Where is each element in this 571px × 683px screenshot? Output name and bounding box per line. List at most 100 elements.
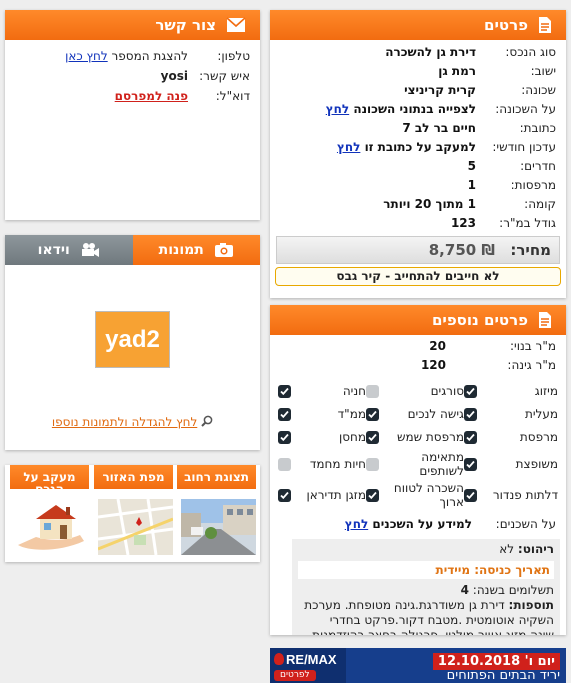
feature-label: חיות מחמד xyxy=(309,457,366,471)
feature-item: מרפסת xyxy=(464,427,558,447)
feature-item: גישה לנכים xyxy=(366,404,464,424)
enlarge-photos-link[interactable]: לחץ להגדלה ולתמונות נוספו xyxy=(52,415,197,429)
contact-phone-row: טלפון: להצגת המספר לחץ כאן xyxy=(65,49,250,63)
feature-item: מרפסת שמש xyxy=(366,427,464,447)
detail-row-neighborhood: שכונה: קרית קריניצי xyxy=(404,82,556,97)
feature-checkbox[interactable] xyxy=(278,488,291,502)
checkmark-icon xyxy=(368,433,377,441)
feature-checkbox[interactable] xyxy=(278,457,291,471)
media-panel: תמונות וידאו yad2 לחץ להגדלה ולתמונות נו… xyxy=(5,235,260,450)
tab-photos[interactable]: תמונות xyxy=(132,235,260,265)
address-tracking-link[interactable]: לחץ xyxy=(337,140,360,154)
feature-label: מרפסת שמש xyxy=(396,430,464,444)
price-value: ₪ 8,750 xyxy=(428,241,495,259)
detail-row-size: גודל במ"ר: 123 xyxy=(450,215,556,230)
property-tracking-thumb[interactable]: מעקב על הנכס xyxy=(10,465,89,555)
feature-label: ממ"ד xyxy=(337,407,366,421)
document-icon xyxy=(539,17,551,33)
feature-checkbox[interactable] xyxy=(366,457,379,471)
feature-label: חניה xyxy=(342,384,366,398)
feature-item: השכרה לטווח ארוך xyxy=(366,481,464,509)
checkmark-icon xyxy=(280,387,289,395)
details-title: פרטים xyxy=(484,16,528,34)
additional-details-title: פרטים נוספים xyxy=(431,311,528,329)
envelope-icon xyxy=(226,17,246,32)
extras-line: תוספות: דירת גן משודרגת.גינה מטופחת. מער… xyxy=(304,598,554,635)
checkmark-icon xyxy=(466,433,475,441)
feature-item: מחסן xyxy=(278,427,366,447)
feature-checkbox[interactable] xyxy=(464,488,477,502)
feature-item: מעלית xyxy=(464,404,558,424)
contact-person: yosi xyxy=(160,69,188,83)
feature-checkbox[interactable] xyxy=(366,430,379,444)
feature-item: דלתות פנדור xyxy=(464,481,558,509)
feature-label: מרפסת xyxy=(519,430,558,444)
feature-checkbox[interactable] xyxy=(464,407,477,421)
detail-row-floor: קומה: 1 מתוך 20 ויותר xyxy=(383,196,556,211)
document-icon xyxy=(539,312,551,328)
feature-item: מיזוג xyxy=(464,381,558,401)
contact-panel: צור קשר טלפון: להצגת המספר לחץ כאן איש ק… xyxy=(5,10,260,220)
feature-item: חיות מחמד xyxy=(278,450,366,478)
feature-item: מזגן תדיראן xyxy=(278,481,366,509)
tab-video[interactable]: וידאו xyxy=(5,235,133,265)
entry-date: תאריך כניסה: מיידית xyxy=(298,561,554,579)
feature-label: דלתות פנדור xyxy=(492,488,558,502)
contact-email-row: דוא"ל: פנה למפרסם xyxy=(114,89,250,103)
checkmark-icon xyxy=(466,491,475,499)
neighborhood-info-link[interactable]: לחץ xyxy=(326,102,349,116)
feature-checkbox[interactable] xyxy=(366,407,379,421)
price-note: לא חייבים להתחייב - קיר גבס xyxy=(275,267,561,286)
feature-checkbox[interactable] xyxy=(464,457,477,471)
feature-item: סורגים xyxy=(366,381,464,401)
additional-details-header: פרטים נוספים xyxy=(270,305,566,335)
area-map-thumb[interactable]: מפת האזור xyxy=(94,465,173,555)
feature-label: מיזוג xyxy=(534,384,558,398)
feature-label: מחסן xyxy=(338,430,366,444)
checkmark-icon xyxy=(280,410,289,418)
feature-checkbox[interactable] xyxy=(464,384,477,398)
banner-title: יריד הבתים הפתוחים xyxy=(446,668,560,683)
feature-checkbox[interactable] xyxy=(278,407,291,421)
feature-checkbox[interactable] xyxy=(278,430,291,444)
feature-item: חניה xyxy=(278,381,366,401)
remax-banner[interactable]: RE/MAX לפרטים יום ו' 12.10.2018 יריד הבת… xyxy=(270,648,566,683)
enlarge-row: לחץ להגדלה ולתמונות נוספו xyxy=(5,415,260,429)
camera-icon xyxy=(214,243,233,257)
features-grid: מיזוג סורגים חניה מעלית גישה לנכים ממ"ד מרפסת מ… xyxy=(270,379,566,509)
yad2-logo: yad2 xyxy=(95,311,170,368)
feature-item: מתאימה לשותפים xyxy=(366,450,464,478)
feature-checkbox[interactable] xyxy=(464,430,477,444)
contact-title: צור קשר xyxy=(155,16,216,34)
house-in-hand-image xyxy=(14,499,89,555)
detail-row-about-neighborhood: על השכונה: לצפייה בנתוני השכונה לחץ xyxy=(325,101,556,116)
neighbors-info-link[interactable]: לחץ xyxy=(345,517,368,531)
feature-label: גישה לנכים xyxy=(407,407,464,421)
details-panel: פרטים סוג הנכס: דירת גן להשכרה ישוב: רמת ג… xyxy=(270,10,566,298)
detail-row-monthly-update: עדכון חודשי: למעקב על כתובת זו לחץ xyxy=(336,139,556,154)
thumbs-panel: תצוגת רחוב מפת האזור מעקב על הנכס xyxy=(5,465,260,562)
detail-row-type: סוג הנכס: דירת גן להשכרה xyxy=(385,44,556,59)
neighbors-row: על השכנים: למידע על השכנים לחץ xyxy=(344,517,556,531)
checkmark-icon xyxy=(280,491,289,499)
show-phone-link[interactable]: לחץ כאן xyxy=(65,49,108,63)
balloon-icon xyxy=(274,653,284,665)
contact-advertiser-link[interactable]: פנה למפרסם xyxy=(115,89,188,103)
feature-checkbox[interactable] xyxy=(366,488,379,502)
banner-more-button[interactable]: לפרטים xyxy=(274,670,316,681)
feature-checkbox[interactable] xyxy=(366,384,379,398)
price-label: מחיר: xyxy=(510,241,551,259)
video-camera-icon xyxy=(81,243,99,257)
media-tabs: תמונות וידאו xyxy=(5,235,260,265)
built-area-row: מ"ר בנוי: 20 xyxy=(429,338,556,353)
price-bar: מחיר: ₪ 8,750 xyxy=(276,236,560,264)
contact-person-row: איש קשר: yosi xyxy=(160,69,250,83)
street-view-thumb[interactable]: תצוגת רחוב xyxy=(177,465,256,555)
feature-label: משופצת xyxy=(515,457,558,471)
details-header: פרטים xyxy=(270,10,566,40)
feature-label: מזגן תדיראן xyxy=(306,488,366,502)
details-rows: סוג הנכס: דירת גן להשכרה ישוב: רמת גן שכונ… xyxy=(270,40,566,232)
detail-row-balconies: מרפסות: 1 xyxy=(467,177,556,192)
checkmark-icon xyxy=(466,410,475,418)
feature-checkbox[interactable] xyxy=(278,384,291,398)
